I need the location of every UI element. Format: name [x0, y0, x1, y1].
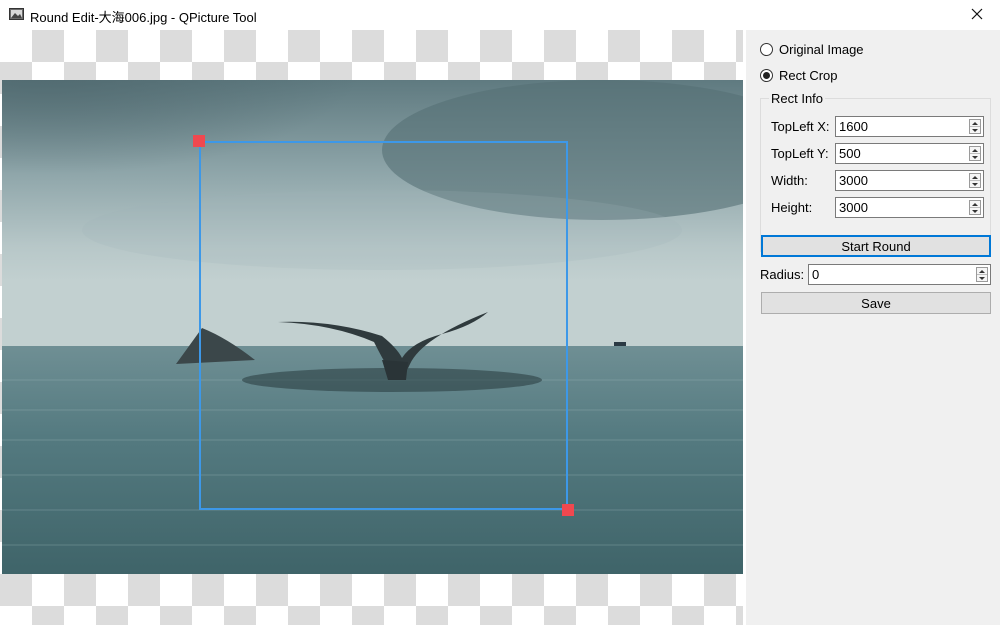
- topleft-y-label: TopLeft Y:: [771, 146, 829, 161]
- start-round-button[interactable]: Start Round: [761, 235, 991, 257]
- spin-up-icon[interactable]: [970, 120, 980, 127]
- topleft-x-row: TopLeft X:: [771, 116, 984, 137]
- topleft-y-stepper[interactable]: [969, 146, 981, 161]
- crop-handle-top-left[interactable]: [193, 135, 205, 147]
- spin-down-icon[interactable]: [970, 154, 980, 160]
- spin-down-icon[interactable]: [977, 275, 987, 281]
- topleft-x-input[interactable]: [836, 117, 966, 136]
- height-input[interactable]: [836, 198, 966, 217]
- radius-spinbox[interactable]: [808, 264, 991, 285]
- save-button[interactable]: Save: [761, 292, 991, 314]
- width-stepper[interactable]: [969, 173, 981, 188]
- crop-rectangle[interactable]: [199, 141, 568, 510]
- topleft-x-label: TopLeft X:: [771, 119, 830, 134]
- window-title: Round Edit-大海006.jpg - QPicture Tool: [30, 10, 257, 25]
- close-icon: [971, 8, 983, 23]
- spin-up-icon[interactable]: [970, 147, 980, 154]
- topleft-y-spinbox[interactable]: [835, 143, 984, 164]
- height-spinbox[interactable]: [835, 197, 984, 218]
- topleft-y-row: TopLeft Y:: [771, 143, 984, 164]
- spin-down-icon[interactable]: [970, 127, 980, 133]
- topleft-x-stepper[interactable]: [969, 119, 981, 134]
- crop-handle-bottom-right[interactable]: [562, 504, 574, 516]
- rect-crop-radio[interactable]: Rect Crop: [760, 68, 838, 83]
- radio-indicator-rect-crop[interactable]: [760, 69, 773, 82]
- original-image-radio[interactable]: Original Image: [760, 42, 864, 57]
- spin-down-icon[interactable]: [970, 181, 980, 187]
- rect-info-group: Rect Info TopLeft X: TopLeft Y:: [760, 91, 991, 252]
- picture-icon: [9, 8, 24, 20]
- height-label: Height:: [771, 200, 813, 215]
- control-panel: Original Image Rect Crop Rect Info TopLe…: [746, 30, 1000, 625]
- close-button[interactable]: [954, 0, 1000, 30]
- original-image-label: Original Image: [779, 42, 864, 57]
- spin-up-icon[interactable]: [970, 201, 980, 208]
- spin-up-icon[interactable]: [977, 268, 987, 275]
- radius-stepper[interactable]: [976, 267, 988, 282]
- radius-input[interactable]: [809, 265, 974, 284]
- radius-row: Radius:: [760, 264, 991, 285]
- radio-indicator-original[interactable]: [760, 43, 773, 56]
- height-row: Height:: [771, 197, 984, 218]
- rect-info-title: Rect Info: [769, 91, 826, 106]
- height-stepper[interactable]: [969, 200, 981, 215]
- topleft-x-spinbox[interactable]: [835, 116, 984, 137]
- title-bar: Round Edit-大海006.jpg - QPicture Tool: [0, 0, 1000, 30]
- width-input[interactable]: [836, 171, 966, 190]
- width-row: Width:: [771, 170, 984, 191]
- topleft-y-input[interactable]: [836, 144, 966, 163]
- spin-up-icon[interactable]: [970, 174, 980, 181]
- image-canvas[interactable]: [0, 30, 746, 625]
- width-label: Width:: [771, 173, 808, 188]
- radius-label: Radius:: [760, 267, 805, 282]
- rect-crop-label: Rect Crop: [779, 68, 838, 83]
- width-spinbox[interactable]: [835, 170, 984, 191]
- spin-down-icon[interactable]: [970, 208, 980, 214]
